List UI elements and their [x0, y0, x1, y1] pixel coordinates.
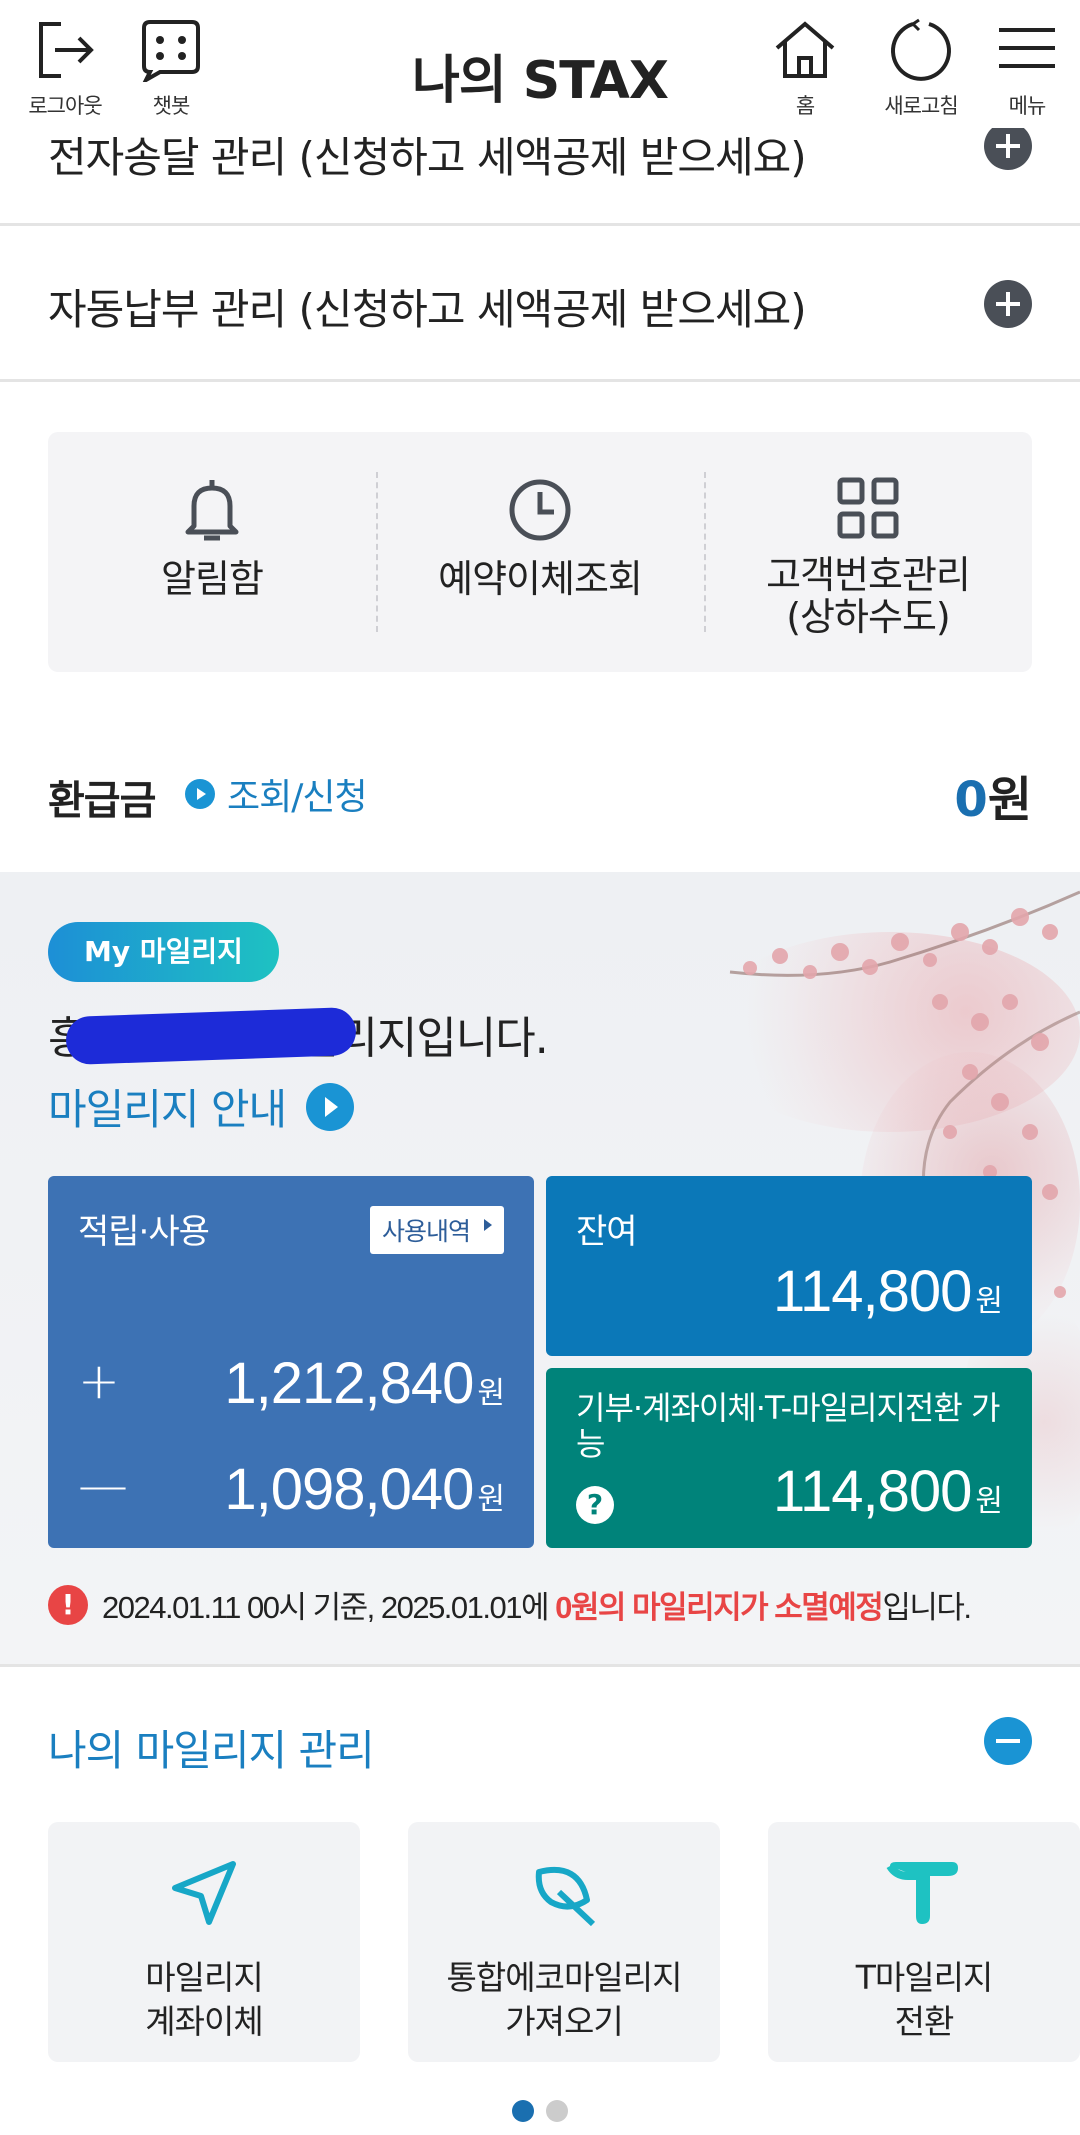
- plus-sign: +: [78, 1352, 120, 1410]
- mileage-manage-section: 나의 마일리지 관리 마일리지 계좌이체 통합에코마일리지 가져오기 T마일리지 전환: [0, 1664, 1080, 2062]
- help-icon[interactable]: ?: [576, 1486, 614, 1524]
- hamburger-icon: [999, 28, 1055, 68]
- donation-title: 기부·계좌이체·T-마일리지전환 가능: [576, 1389, 1000, 1463]
- autopay-label: 자동납부 관리 (신청하고 세액공제 받으세요): [48, 285, 807, 334]
- used-amount: 1,098,040 원: [224, 1457, 505, 1522]
- refund-title: 환급금: [48, 778, 156, 824]
- minus-sign: —: [78, 1456, 128, 1514]
- pagination-dot-active[interactable]: [512, 2100, 534, 2122]
- quick-item-scheduled-transfer[interactable]: 예약이체조회: [376, 432, 704, 672]
- accumulate-use-card: 적립·사용 사용내역 + 1,212,840 원 — 1,098,040 원: [48, 1176, 534, 1548]
- redaction-scribble: [65, 1006, 357, 1066]
- pagination-dot[interactable]: [546, 2100, 568, 2122]
- quick-item-label: 알림함: [161, 557, 264, 601]
- send-icon: [172, 1861, 236, 1925]
- refresh-button[interactable]: 새로고침: [866, 18, 976, 120]
- t-logo-icon: [886, 1862, 958, 1924]
- manage-title: 나의 마일리지 관리: [48, 1726, 375, 1775]
- usage-history-button[interactable]: 사용내역: [369, 1206, 504, 1254]
- plus-icon[interactable]: [984, 280, 1032, 328]
- leaf-icon: [535, 1866, 596, 1927]
- home-icon: [775, 21, 835, 78]
- menu-label: 메뉴: [1008, 94, 1047, 118]
- tile-t-mileage-conversion[interactable]: T마일리지 전환: [768, 1822, 1080, 2062]
- my-mileage-badge: My 마일리지: [48, 922, 279, 982]
- autopay-row[interactable]: 자동납부 관리 (신청하고 세액공제 받으세요): [0, 226, 1080, 382]
- refund-amount: 0원: [954, 772, 1032, 828]
- carousel-pagination: [0, 2100, 1080, 2122]
- expiry-warning-text: 2024.01.11 00시 기준, 2025.01.01에 0원의 마일리지가…: [102, 1590, 972, 1625]
- refund-link-label: 조회/신청: [227, 777, 368, 818]
- balance-card: 잔여 114,800 원: [546, 1176, 1032, 1356]
- app-header: 로그아웃 챗봇 나의 STAX 홈 새로고침 메뉴: [0, 0, 1080, 128]
- tile-label: 마일리지 계좌이체: [145, 1958, 263, 2041]
- bell-icon: [185, 480, 239, 541]
- collapse-icon[interactable]: [984, 1717, 1032, 1765]
- plus-icon[interactable]: [984, 122, 1032, 170]
- refresh-label: 새로고침: [884, 94, 958, 118]
- play-circle-icon: [306, 1082, 355, 1131]
- alert-icon: !: [48, 1584, 88, 1625]
- edelivery-label: 전자송달 관리 (신청하고 세액공제 받으세요): [48, 133, 807, 182]
- refund-inquiry-link[interactable]: 조회/신청: [185, 768, 368, 820]
- refresh-icon: [891, 18, 951, 81]
- mileage-section: My 마일리지 홍길동님의 마일리지입니다. 마일리지 안내 적립·사용 사용내…: [0, 872, 1080, 1664]
- expiry-warning: ! 2024.01.11 00시 기준, 2025.01.01에 0원의 마일리…: [48, 1582, 972, 1627]
- earned-amount: 1,212,840 원: [224, 1351, 505, 1416]
- quick-item-label: 고객번호관리 (상하수도): [766, 553, 971, 639]
- home-button[interactable]: 홈: [750, 18, 860, 120]
- menu-button[interactable]: 메뉴: [972, 18, 1080, 120]
- quick-item-label: 예약이체조회: [438, 557, 643, 601]
- tile-label: 통합에코마일리지 가져오기: [446, 1958, 683, 2041]
- grid-icon: [837, 477, 899, 539]
- refund-section: 환급금 조회/신청 0원: [48, 760, 1032, 830]
- play-circle-icon: [185, 779, 215, 809]
- home-label: 홈: [795, 94, 815, 118]
- mileage-guide-link[interactable]: 마일리지 안내: [48, 1076, 355, 1137]
- balance-title: 잔여: [576, 1212, 638, 1252]
- tile-account-transfer[interactable]: 마일리지 계좌이체: [48, 1822, 360, 2062]
- quick-menu: 알림함 예약이체조회 고객번호관리 (상하수도): [48, 432, 1032, 672]
- donation-amount: 114,800 원: [773, 1459, 1003, 1524]
- accumulate-title: 적립·사용: [78, 1212, 210, 1252]
- quick-item-inbox[interactable]: 알림함: [48, 432, 376, 672]
- quick-item-customer-number[interactable]: 고객번호관리 (상하수도): [704, 432, 1032, 672]
- tile-eco-mileage-import[interactable]: 통합에코마일리지 가져오기: [408, 1822, 720, 2062]
- mileage-guide-label: 마일리지 안내: [48, 1085, 287, 1134]
- donation-card: 기부·계좌이체·T-마일리지전환 가능 ? 114,800 원: [546, 1368, 1032, 1548]
- tile-label: T마일리지 전환: [855, 1958, 994, 2041]
- clock-icon: [509, 479, 571, 541]
- balance-amount: 114,800 원: [773, 1259, 1003, 1324]
